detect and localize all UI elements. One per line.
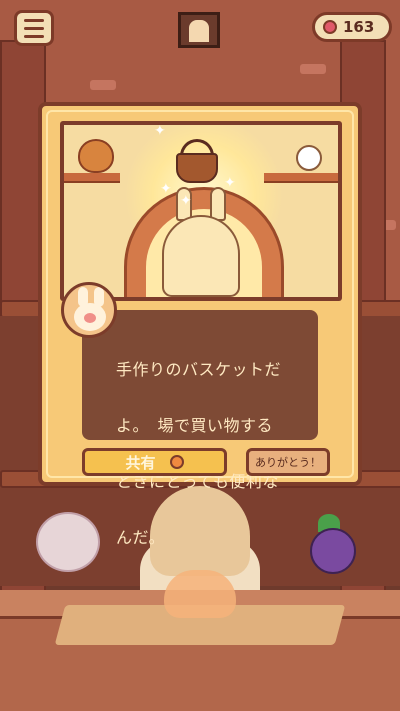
honey-pot-icon (78, 139, 114, 173)
share-icon (169, 455, 184, 469)
menu-button[interactable] (14, 10, 54, 46)
bubble-character[interactable] (36, 512, 100, 572)
sparkle-icon: ✦ (180, 193, 192, 209)
bunny-character (162, 215, 240, 297)
item-illustration: ✦ ✦ ✦ ✦ (64, 125, 338, 297)
thanks-button[interactable]: ありがとう！ (246, 448, 330, 476)
hamburger-menu-icon (24, 18, 44, 22)
illustration-shelf (264, 173, 338, 183)
heart-icon (323, 20, 337, 34)
sparkle-icon: ✦ (224, 175, 236, 191)
illustration-shelf (64, 173, 120, 183)
thanks-label: ありがとう！ (255, 456, 321, 469)
portrait-icon (189, 20, 209, 42)
small-bunny-icon (296, 145, 322, 171)
hearts-counter[interactable]: 163 (312, 12, 392, 42)
share-button[interactable]: 共有 (82, 448, 227, 476)
sparkle-icon: ✦ (160, 181, 172, 197)
portrait-button[interactable] (178, 12, 220, 48)
sparkle-icon: ✦ (154, 125, 166, 139)
basket-icon (176, 153, 218, 183)
bunny-avatar-icon (61, 282, 117, 338)
eggplant-icon[interactable] (310, 528, 356, 574)
share-label: 共有 (125, 453, 156, 472)
hearts-count: 163 (343, 18, 375, 36)
